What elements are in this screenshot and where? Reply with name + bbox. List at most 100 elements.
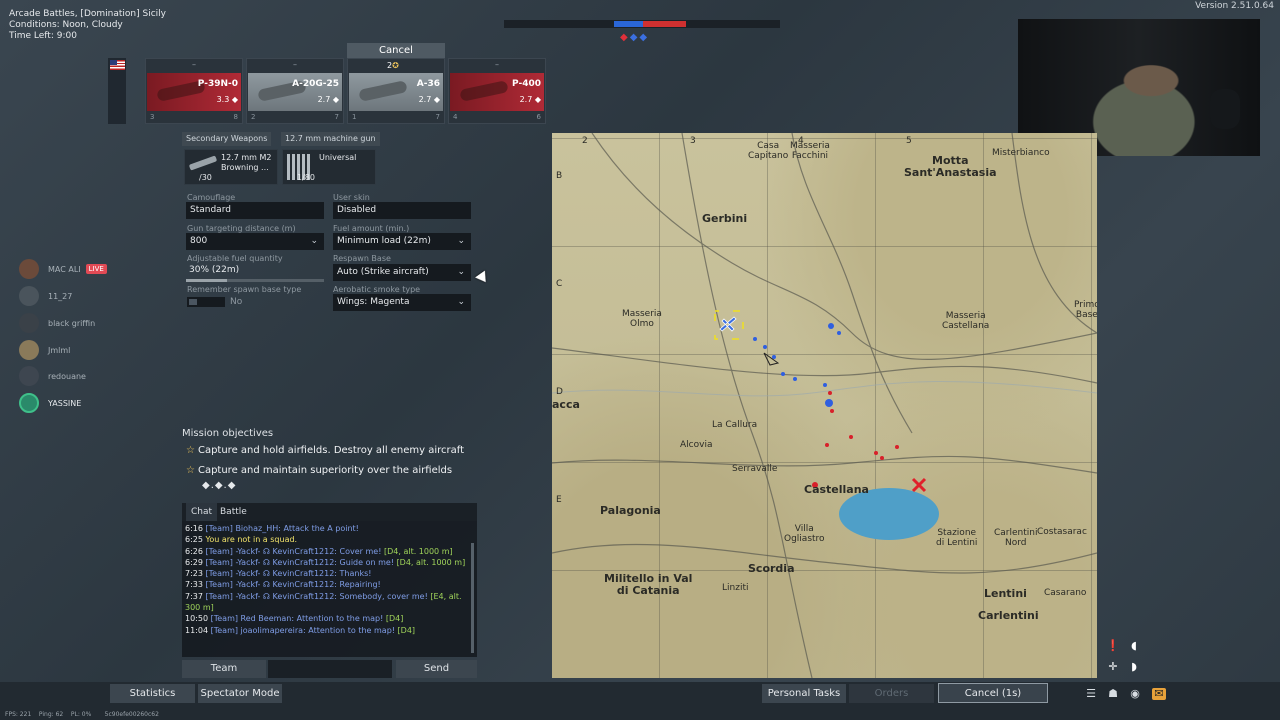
squad-member[interactable]: MAC ALI LIVE	[19, 258, 107, 280]
map-place-label: Villa Ogliastro	[784, 524, 825, 544]
fuel-slider[interactable]	[186, 279, 324, 282]
avatar	[19, 286, 39, 306]
user-skin-select[interactable]: Disabled	[333, 202, 471, 219]
mouse-left-icon: ◖	[1131, 639, 1137, 652]
chat-message: 7:33 [Team] -Yackf- ☊ KevinCraft1212: Re…	[185, 580, 381, 590]
chat-icon[interactable]: ◉	[1128, 688, 1142, 700]
remember-spawn-toggle[interactable]	[187, 297, 225, 307]
score-bar	[504, 20, 780, 28]
map-row-label: E	[556, 495, 562, 505]
gun-distance-select[interactable]: 800 ⌄	[186, 233, 324, 250]
adjustable-fuel-label: Adjustable fuel quantity	[187, 254, 283, 263]
waypoint-icon	[763, 352, 780, 366]
smoke-type-select[interactable]: Wings: Magenta ⌄	[333, 294, 471, 311]
map-place-label: Casa Capitano	[748, 141, 789, 161]
respawn-count-badge: 2✪	[387, 61, 399, 70]
map-place-label: acca	[552, 398, 580, 411]
chat-message: 6:26 [Team] -Yackf- ☊ KevinCraft1212: Co…	[185, 546, 453, 556]
chat-input[interactable]	[268, 660, 392, 678]
vehicle-slot-2[interactable]: – A-20G-25 2.7 ◆ 27	[246, 58, 344, 124]
map-place-label: Scordia	[748, 562, 795, 575]
live-badge: LIVE	[85, 264, 107, 274]
tab-battle[interactable]: Battle	[215, 503, 252, 521]
map-column-label: 2	[582, 136, 588, 146]
personal-tasks-button[interactable]: Personal Tasks	[762, 684, 846, 703]
send-button[interactable]: Send	[396, 660, 477, 678]
version-label: Version 2.51.0.64	[1195, 1, 1274, 11]
cancel-spawn-button[interactable]: Cancel (1s)	[938, 683, 1048, 703]
squad-member[interactable]: black griffin	[19, 312, 95, 334]
chat-message: 6:16 [Team] Biohaz_HH: Attack the A poin…	[185, 524, 359, 533]
spectator-mode-button[interactable]: Spectator Mode	[198, 684, 282, 703]
avatar	[19, 259, 39, 279]
mouse-right-icon: ◗	[1131, 660, 1137, 673]
map-place-label: Stazione di Lentini	[936, 528, 978, 548]
tactical-map[interactable]: 2 3 4 5 B C D E Casa Capitano Masseria Facchini Mo…	[552, 133, 1097, 678]
map-place-label: Misterbianco	[992, 148, 1050, 158]
chat-message: 10:50 [Team] Red Beeman: Attention to th…	[185, 614, 404, 624]
map-place-label: Serravalle	[732, 464, 778, 474]
chat-message: 6:25 You are not in a squad.	[185, 535, 298, 545]
cancel-selection-button[interactable]: Cancel	[347, 43, 445, 58]
squad-member[interactable]: 11_27	[19, 285, 72, 307]
map-place-label: Primo Base	[1074, 300, 1097, 320]
star-icon: ☆	[186, 445, 195, 456]
objectives-title: Mission objectives	[182, 428, 274, 439]
orders-button[interactable]: Orders	[849, 684, 934, 703]
squad-icon[interactable]: ☗	[1106, 688, 1120, 700]
tab-chat[interactable]: Chat	[186, 503, 218, 521]
objective-item: ☆ Capture and maintain superiority over t…	[186, 465, 453, 476]
map-place-label: Carlentini Nord	[994, 528, 1038, 548]
vehicle-br: 2.7 ◆	[519, 95, 541, 104]
chat-tabs: Chat Battle	[182, 503, 477, 521]
chat-message: 7:37 [Team] -Yackf- ☊ KevinCraft1212: So…	[185, 591, 462, 613]
map-place-label: Motta Sant'Anastasia	[904, 154, 997, 179]
slot-footer: 17	[352, 113, 440, 121]
map-place-label: Casarano	[1044, 588, 1087, 598]
map-column-label: 5	[906, 136, 912, 146]
camouflage-select[interactable]: Standard	[186, 202, 324, 219]
map-place-label: Linziti	[722, 583, 749, 593]
respawn-base-select[interactable]: Auto (Strike aircraft) ⌄	[333, 264, 471, 281]
fuel-amount-select[interactable]: Minimum load (22m) ⌄	[333, 233, 471, 250]
map-place-label: Alcovia	[680, 440, 713, 450]
crosshair-icon[interactable]: ✛	[1104, 658, 1122, 676]
performance-stats: FPS: 221 Ping: 62 PL: 0% 5c90efe00260c62	[5, 711, 159, 718]
slot-status: –	[495, 60, 499, 69]
vehicle-slot-1[interactable]: – P-39N-0 3.3 ◆ 38	[145, 58, 243, 124]
chat-scrollbar[interactable]	[471, 543, 474, 653]
secondary-weapon-selector[interactable]: 12.7 mm M2 Browning ... /30	[184, 149, 278, 185]
slot-status: –	[192, 60, 196, 69]
mouse-cursor-icon	[475, 270, 491, 286]
weapon-count: /30	[199, 173, 212, 182]
menu-icon[interactable]: ☰	[1084, 688, 1098, 700]
statistics-button[interactable]: Statistics	[110, 684, 195, 703]
map-place-label: La Callura	[712, 420, 758, 430]
chevron-down-icon: ⌄	[457, 297, 465, 307]
vehicle-name: A-36	[416, 79, 440, 89]
secondary-weapons-tag: Secondary Weapons	[182, 132, 272, 146]
vehicle-name: A-20G-25	[292, 79, 339, 89]
chat-message: 11:04 [Team] joaolimapereira: Attention …	[185, 625, 416, 635]
map-place-label: Gerbini	[702, 212, 748, 225]
squad-member[interactable]: redouane	[19, 365, 86, 387]
adjustable-fuel-value: 30% (22m)	[189, 265, 240, 275]
map-place-label: Castellana	[804, 483, 869, 496]
mission-info: Arcade Battles, [Domination] Sicily Cond…	[9, 9, 166, 42]
map-place-label: Masseria Facchini	[790, 141, 830, 161]
map-place-label: Masseria Olmo	[622, 309, 662, 329]
objective-item: ☆ Capture and hold airfields. Destroy all…	[186, 445, 465, 456]
slot-footer: 46	[453, 113, 541, 121]
machine-gun-tag: 12.7 mm machine gun	[281, 132, 380, 146]
avatar	[19, 393, 39, 413]
mail-icon[interactable]: ✉	[1152, 688, 1166, 700]
chat-panel: Chat Battle 6:16 [Team] Biohaz_HH: Attac…	[182, 503, 477, 657]
squad-member[interactable]: YASSINE	[19, 392, 81, 414]
vehicle-name: P-400	[512, 79, 541, 89]
warning-icon[interactable]: ❗	[1104, 637, 1122, 655]
avatar	[19, 313, 39, 333]
squad-member[interactable]: Jmlml	[19, 339, 70, 361]
chat-channel-button[interactable]: Team	[182, 660, 266, 678]
ammo-belt-selector[interactable]: Universal 1/80	[282, 149, 376, 185]
vehicle-slot-4[interactable]: – P-400 2.7 ◆ 46	[448, 58, 546, 124]
